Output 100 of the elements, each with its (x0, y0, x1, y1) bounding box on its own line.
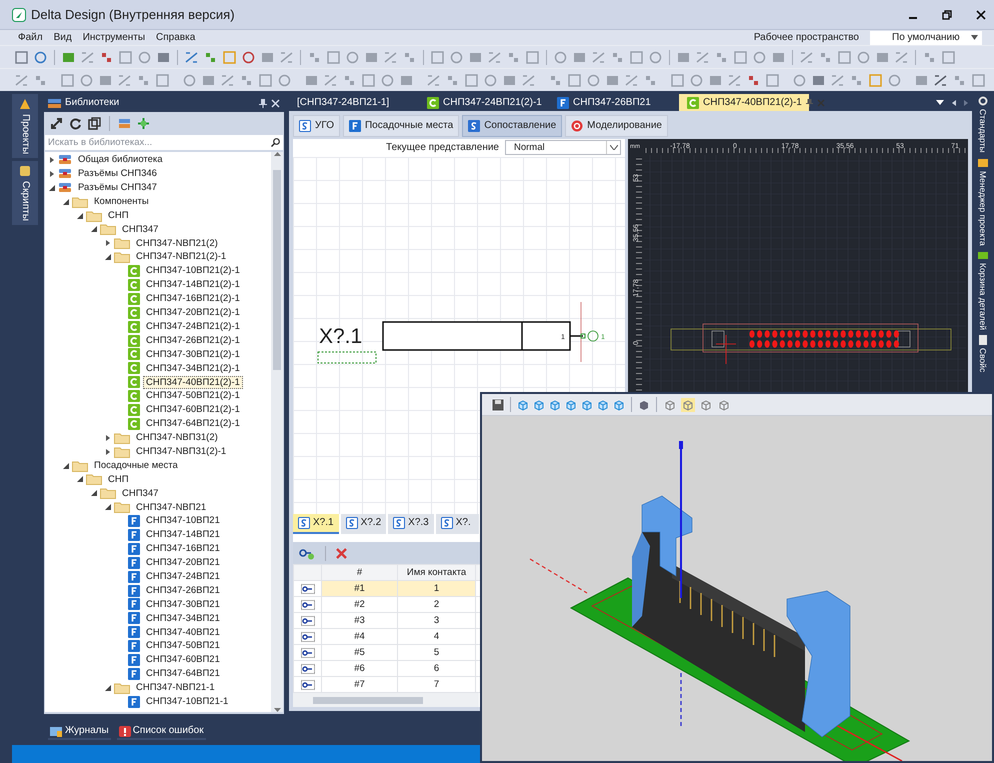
tree-item[interactable]: СНП347-50ВП21(2)-1 (143, 389, 243, 403)
part-tab[interactable]: X?.3 (388, 514, 434, 534)
view-cube-icon[interactable] (613, 398, 625, 410)
view-cube-icon[interactable] (581, 398, 593, 410)
editor-tab[interactable]: УГО (293, 115, 340, 137)
restore-icon[interactable] (942, 10, 952, 20)
scroll-thumb[interactable] (273, 170, 281, 370)
column-header[interactable]: # (322, 564, 398, 581)
dropdown-caret-icon[interactable] (971, 35, 978, 40)
tree-item[interactable]: СНП347-NВП21(2)-1 (133, 250, 230, 264)
table-cell[interactable]: 4 (398, 628, 476, 645)
scrollbar[interactable] (271, 152, 283, 712)
expand-arrow-icon[interactable] (49, 156, 55, 163)
collapse-arrow-icon[interactable] (105, 684, 111, 691)
tree-item[interactable]: СНП347-60ВП21 (143, 653, 223, 667)
side-tab[interactable]: Проекты (12, 94, 38, 158)
tree-item[interactable]: СНП347-10ВП21 (143, 514, 223, 528)
scroll-up-icon[interactable] (274, 152, 280, 156)
tree-item[interactable]: СНП347-40ВП21 (143, 626, 223, 639)
refresh-icon[interactable] (69, 116, 82, 130)
tree-item[interactable]: СНП347-14ВП21(2)-1 (143, 278, 243, 292)
tree-item[interactable]: СНП347-30ВП21 (143, 598, 223, 612)
editor-tab[interactable]: Моделирование (565, 115, 668, 137)
menu-item[interactable]: Вид (54, 32, 72, 44)
pin-line[interactable] (570, 335, 583, 337)
tree-item[interactable]: СНП347-NВП31(2) (133, 431, 221, 444)
table-cell[interactable]: #4 (322, 628, 398, 645)
sync-icon[interactable] (50, 116, 63, 130)
tree-item[interactable]: СНП347-NВП31(2)-1 (133, 444, 230, 458)
editor-tab[interactable]: Посадочные места (342, 115, 460, 137)
scroll-right-icon[interactable] (964, 100, 968, 106)
tree-item[interactable]: Компоненты (91, 194, 152, 208)
document-tab[interactable]: СНП347-26ВП21 (549, 94, 679, 111)
table-cell[interactable]: 6 (398, 660, 476, 677)
tree-item[interactable]: СНП347-14ВП21 (143, 528, 223, 542)
pin-icon[interactable] (259, 98, 267, 108)
tool-icon[interactable] (184, 50, 199, 64)
view-select[interactable]: Normal (505, 140, 621, 156)
view-cube-icon[interactable] (549, 398, 561, 410)
tree-item[interactable]: СНП347-26ВП21 (143, 584, 223, 598)
render-mode-icon[interactable] (699, 398, 713, 412)
search-icon[interactable] (271, 138, 280, 147)
tool-icon[interactable] (933, 72, 948, 88)
expand-arrow-icon[interactable] (105, 448, 111, 455)
table-cell[interactable]: 5 (398, 644, 476, 661)
scroll-thumb[interactable] (313, 696, 423, 704)
menu-item[interactable]: Справка (156, 32, 196, 44)
symbol-body[interactable] (382, 321, 571, 351)
tree-item[interactable]: СНП347-34ВП21(2)-1 (143, 362, 243, 375)
collapse-arrow-icon[interactable] (105, 254, 111, 260)
tree-item[interactable]: СНП347-20ВП21(2)-1 (143, 306, 243, 320)
tree-item[interactable]: СНП347-60ВП21(2)-1 (143, 403, 243, 417)
tree-item[interactable]: СНП347-NВП21(2) (133, 236, 221, 250)
tree-item[interactable]: Посадочные места (91, 458, 181, 472)
expand-arrow-icon[interactable] (105, 434, 111, 441)
render-mode-icon[interactable] (717, 398, 731, 412)
add-pin-icon[interactable] (299, 546, 315, 560)
side-tab[interactable]: Менеджер проекта (972, 158, 994, 246)
move-icon[interactable] (137, 116, 150, 130)
document-tab[interactable]: [СНП347-24ВП21-1] (289, 94, 419, 111)
part-tab[interactable]: X?.1 (293, 514, 339, 534)
tree-item[interactable]: Общая библиотека (75, 153, 166, 167)
scroll-left-icon[interactable] (952, 100, 956, 106)
chevron-down-icon[interactable] (610, 145, 618, 150)
collapse-arrow-icon[interactable] (77, 476, 83, 482)
copy-icon[interactable] (88, 116, 101, 130)
solid-cube-icon[interactable] (638, 398, 650, 410)
render-mode-icon[interactable] (681, 398, 695, 412)
side-tab[interactable]: Скрипты (12, 161, 38, 226)
view-cube-icon[interactable] (517, 398, 529, 410)
tree-item[interactable]: Разъёмы СНП347 (75, 181, 160, 194)
render-mode-icon[interactable] (663, 398, 677, 412)
designator-field[interactable] (318, 351, 376, 364)
expand-arrow-icon[interactable] (49, 170, 55, 177)
pad-marker[interactable] (588, 330, 598, 342)
table-cell[interactable]: #6 (322, 660, 398, 677)
table-cell[interactable]: #5 (322, 644, 398, 661)
collapse-arrow-icon[interactable] (49, 184, 55, 191)
expand-arrow-icon[interactable] (105, 240, 111, 246)
tool-icon[interactable] (33, 50, 48, 64)
table-cell[interactable]: 2 (398, 596, 476, 613)
dropdown-caret-icon[interactable] (936, 100, 944, 105)
part-tab[interactable]: X?.2 (340, 514, 386, 534)
collapse-arrow-icon[interactable] (91, 226, 97, 232)
tree-item[interactable]: СНП347-40ВП21(2)-1 (143, 376, 243, 389)
tree-item[interactable]: СНП (105, 208, 132, 222)
side-tab[interactable]: Свойс (972, 335, 994, 373)
side-tab[interactable]: Стандарты (972, 96, 994, 153)
search-field[interactable]: Искать в библиотеках... (45, 135, 283, 150)
collapse-arrow-icon[interactable] (63, 462, 69, 469)
tool-icon[interactable] (241, 50, 256, 64)
tree-item[interactable]: СНП347-NВП21 (133, 500, 210, 514)
panel-tab[interactable]: Список ошибок (116, 724, 206, 740)
view-cube-icon[interactable] (533, 398, 545, 410)
collapse-arrow-icon[interactable] (105, 504, 111, 510)
delete-icon[interactable] (336, 548, 347, 559)
connector-3d-drawing[interactable] (530, 441, 910, 761)
tree-item[interactable]: СНП347-10ВП21-1 (143, 694, 232, 708)
table-cell[interactable]: #1 (322, 580, 398, 597)
tree-item[interactable]: СНП347-30ВП21(2)-1 (143, 348, 243, 362)
